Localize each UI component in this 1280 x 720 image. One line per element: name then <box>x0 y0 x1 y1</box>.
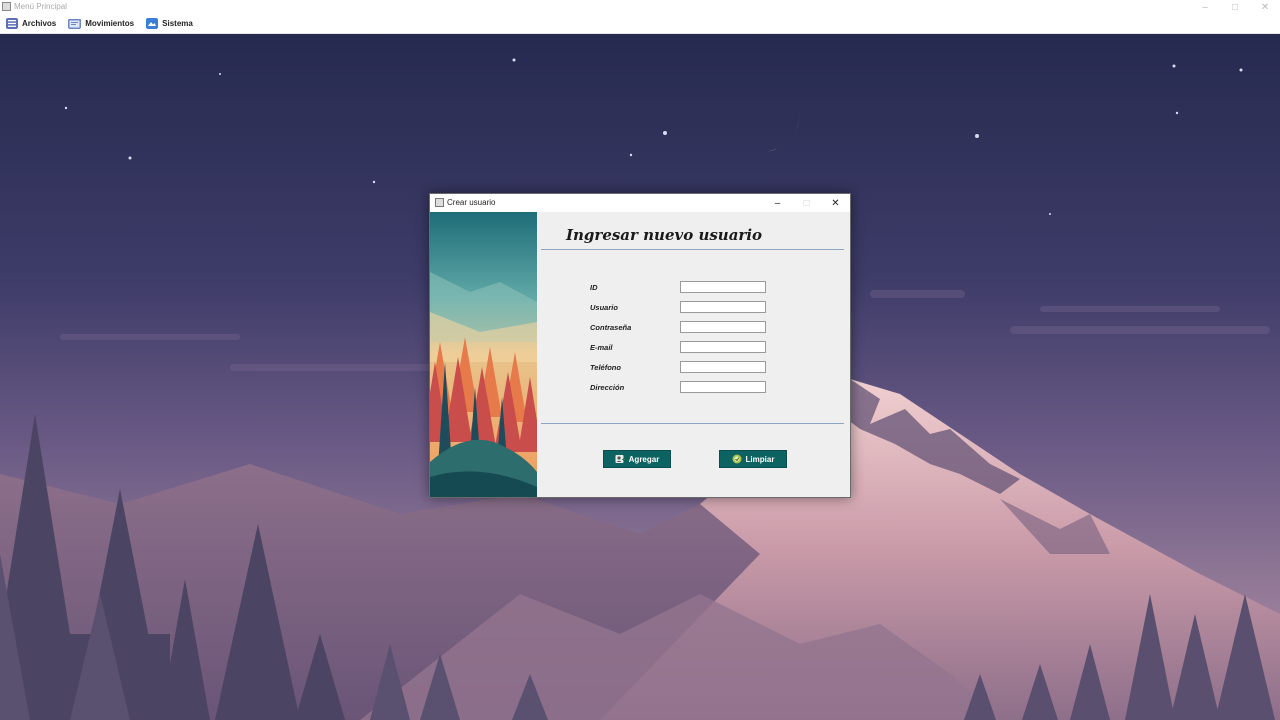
agregar-button-label: Agregar <box>628 454 660 464</box>
menu-sistema-label: Sistema <box>162 19 193 28</box>
telefono-field[interactable] <box>680 361 766 373</box>
usuario-label: Usuario <box>590 303 618 312</box>
dialog-close-button[interactable]: ✕ <box>821 194 850 212</box>
dialog-title: Crear usuario <box>447 198 496 207</box>
telefono-label: Teléfono <box>590 363 621 372</box>
main-window-title: Menú Principal <box>14 2 67 11</box>
agregar-button[interactable]: Agregar <box>603 450 671 468</box>
dialog-minimize-button[interactable]: – <box>763 194 792 212</box>
clear-icon <box>732 454 742 464</box>
menu-archivos-label: Archivos <box>22 19 57 28</box>
id-label: ID <box>590 283 598 292</box>
forest-illustration <box>430 212 537 497</box>
contrasena-label: Contraseña <box>590 323 632 332</box>
minimize-button[interactable]: – <box>1190 0 1220 14</box>
main-titlebar: Menú Principal – □ ✕ <box>0 0 1280 14</box>
forest-illustration-art <box>430 212 537 497</box>
system-icon <box>146 18 159 29</box>
bottom-divider <box>541 423 844 424</box>
direccion-field[interactable] <box>680 381 766 393</box>
form-heading: Ingresar nuevo usuario <box>566 226 763 244</box>
limpiar-button-label: Limpiar <box>745 454 775 464</box>
dialog-maximize-button: □ <box>803 197 810 209</box>
email-label: E-mail <box>590 343 613 352</box>
contrasena-field[interactable] <box>680 321 766 333</box>
menu-movimientos-label: Movimientos <box>85 19 135 28</box>
dialog-titlebar: Crear usuario – □ ✕ <box>430 194 850 212</box>
dialog-window-controls: – □ ✕ <box>763 194 850 212</box>
maximize-button[interactable]: □ <box>1220 0 1250 14</box>
app-icon <box>2 2 11 11</box>
list-icon <box>6 18 18 29</box>
menu-movimientos[interactable]: Movimientos <box>62 14 140 33</box>
folder-icon <box>68 19 82 29</box>
menu-archivos[interactable]: Archivos <box>0 14 62 33</box>
direccion-label: Dirección <box>590 383 625 392</box>
menubar: Archivos Movimientos Sistema <box>0 14 1280 34</box>
main-window-controls: – □ ✕ <box>1190 0 1280 14</box>
id-field[interactable] <box>680 281 766 293</box>
menu-sistema[interactable]: Sistema <box>140 14 199 33</box>
user-add-icon <box>615 455 625 463</box>
limpiar-button[interactable]: Limpiar <box>719 450 787 468</box>
email-field[interactable] <box>680 341 766 353</box>
create-user-dialog: Crear usuario – □ ✕ Ingresar nuevo usuar… <box>429 193 851 498</box>
top-divider <box>541 249 844 250</box>
close-button[interactable]: ✕ <box>1250 0 1280 14</box>
usuario-field[interactable] <box>680 301 766 313</box>
dialog-app-icon <box>435 198 444 207</box>
